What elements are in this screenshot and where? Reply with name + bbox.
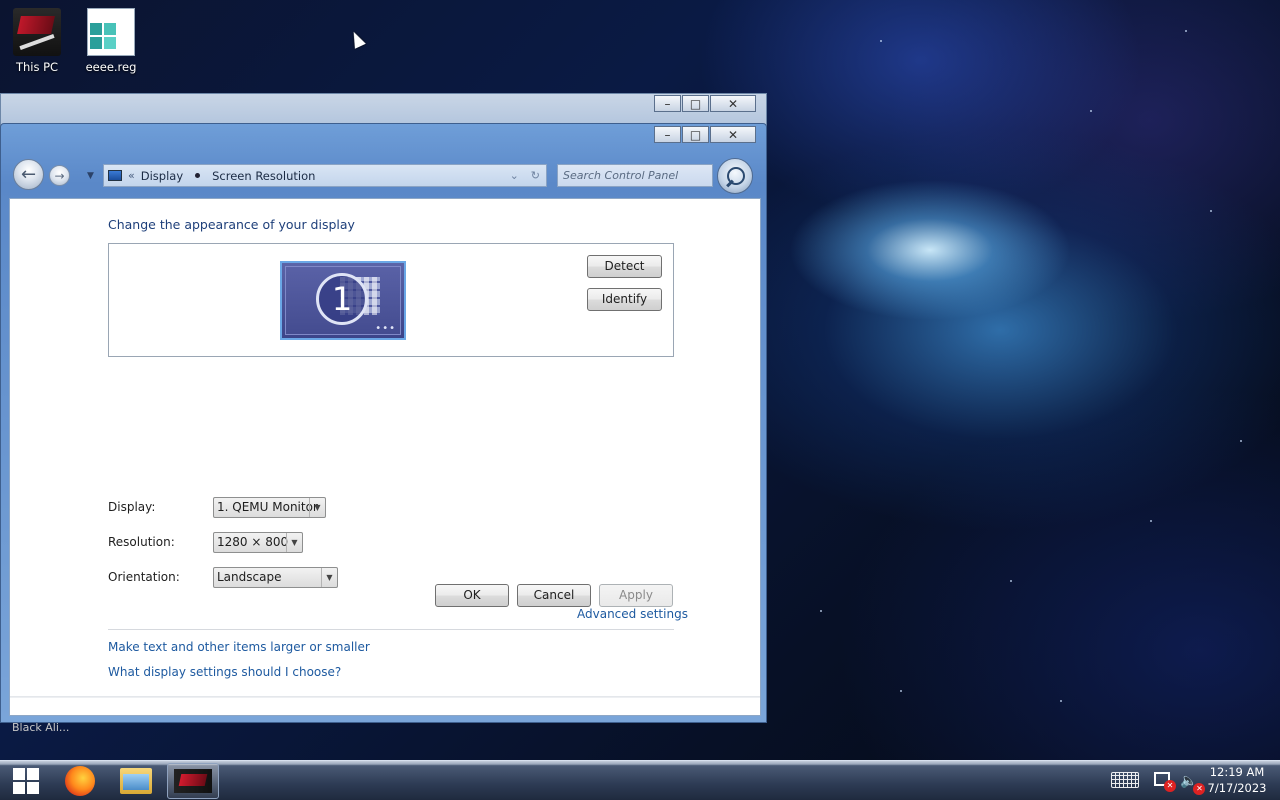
advanced-settings-link[interactable]: Advanced settings — [577, 607, 688, 621]
display-select[interactable]: 1. QEMU Monitor ▼ — [213, 497, 326, 518]
orientation-select[interactable]: Landscape ▼ — [213, 567, 338, 588]
text-size-link[interactable]: Make text and other items larger or smal… — [108, 640, 370, 654]
close-button[interactable]: ✕ — [710, 95, 756, 112]
screen-resolution-window[interactable]: – □ ✕ ← → ▼ « Display Screen Resolution … — [0, 123, 767, 723]
monitor-dots: ••• — [375, 323, 396, 334]
display-icon — [108, 170, 122, 181]
desktop-watermark: Black Ali... — [12, 721, 70, 734]
content-pane: Change the appearance of your display 1 … — [9, 198, 761, 716]
monitor-1-thumbnail[interactable]: 1 ••• — [280, 261, 406, 340]
firefox-icon — [65, 766, 95, 796]
taskbar-firefox[interactable] — [54, 763, 106, 799]
network-disconnected-icon[interactable] — [1154, 772, 1176, 792]
display-preview: 1 ••• Detect Identify — [108, 243, 674, 357]
section-divider — [108, 629, 674, 630]
desktop-icon-label: This PC — [15, 60, 59, 74]
orientation-label: Orientation: — [108, 570, 180, 584]
display-label: Display: — [108, 500, 156, 514]
desktop-icon-label: eeee.reg — [85, 60, 137, 74]
chevron-down-icon: ▼ — [321, 568, 337, 587]
windows-logo-icon — [13, 768, 39, 794]
breadcrumb-overflow[interactable]: « — [128, 169, 135, 182]
control-panel-icon — [174, 769, 212, 793]
resolution-select[interactable]: 1280 × 800 ▼ — [213, 532, 303, 553]
forward-button[interactable]: → — [49, 165, 70, 186]
mouse-pointer-icon — [348, 29, 366, 49]
footer-divider — [10, 696, 760, 698]
taskbar-control-panel[interactable] — [167, 763, 219, 799]
page-title: Change the appearance of your display — [108, 217, 355, 232]
recent-pages-dropdown[interactable]: ▼ — [87, 171, 94, 181]
maximize-button[interactable]: □ — [682, 95, 709, 112]
taskbar-clock[interactable]: 12:19 AM 7/17/2023 — [1204, 764, 1270, 796]
breadcrumb-separator-icon[interactable] — [195, 173, 201, 178]
desktop-icon-this-pc[interactable]: This PC — [2, 8, 72, 74]
maximize-button[interactable]: □ — [682, 126, 709, 143]
search-icon[interactable] — [717, 158, 753, 194]
apply-button[interactable]: Apply — [599, 584, 673, 607]
search-input[interactable]: Search Control Panel — [557, 164, 713, 187]
cancel-button[interactable]: Cancel — [517, 584, 591, 607]
display-select-value: 1. QEMU Monitor — [217, 500, 318, 514]
arrow-left-icon: ← — [20, 164, 37, 185]
monitor-number: 1 — [316, 273, 368, 325]
minimize-button[interactable]: – — [654, 126, 681, 143]
ok-button[interactable]: OK — [435, 584, 509, 607]
orientation-select-value: Landscape — [217, 570, 282, 584]
refresh-icon[interactable]: ↻ — [531, 169, 540, 182]
keyboard-icon[interactable] — [1111, 772, 1139, 788]
minimize-button[interactable]: – — [654, 95, 681, 112]
address-dropdown-icon[interactable]: ⌄ — [510, 169, 519, 182]
display-help-link[interactable]: What display settings should I choose? — [108, 665, 341, 679]
identify-button[interactable]: Identify — [587, 288, 662, 311]
clock-date: 7/17/2023 — [1207, 781, 1267, 795]
chevron-down-icon: ▼ — [286, 533, 302, 552]
desktop-icon-eeee-reg[interactable]: eeee.reg — [76, 8, 146, 74]
taskbar — [0, 760, 1280, 800]
registry-file-icon — [87, 8, 135, 56]
chevron-down-icon: ▼ — [309, 498, 325, 517]
breadcrumb-display[interactable]: Display — [141, 169, 183, 183]
breadcrumb-screen-resolution[interactable]: Screen Resolution — [212, 169, 315, 183]
start-button[interactable] — [0, 763, 52, 799]
clock-time: 12:19 AM — [1209, 765, 1265, 779]
taskbar-file-explorer[interactable] — [110, 763, 162, 799]
address-bar[interactable]: « Display Screen Resolution ⌄ ↻ — [103, 164, 547, 187]
resolution-select-value: 1280 × 800 — [217, 535, 289, 549]
arrow-right-icon: → — [54, 168, 65, 183]
resolution-label: Resolution: — [108, 535, 175, 549]
back-button[interactable]: ← — [13, 159, 44, 190]
volume-muted-icon[interactable]: 🔈 — [1180, 773, 1207, 795]
close-button[interactable]: ✕ — [710, 126, 756, 143]
computer-icon — [13, 8, 61, 56]
detect-button[interactable]: Detect — [587, 255, 662, 278]
folder-icon — [120, 768, 152, 794]
